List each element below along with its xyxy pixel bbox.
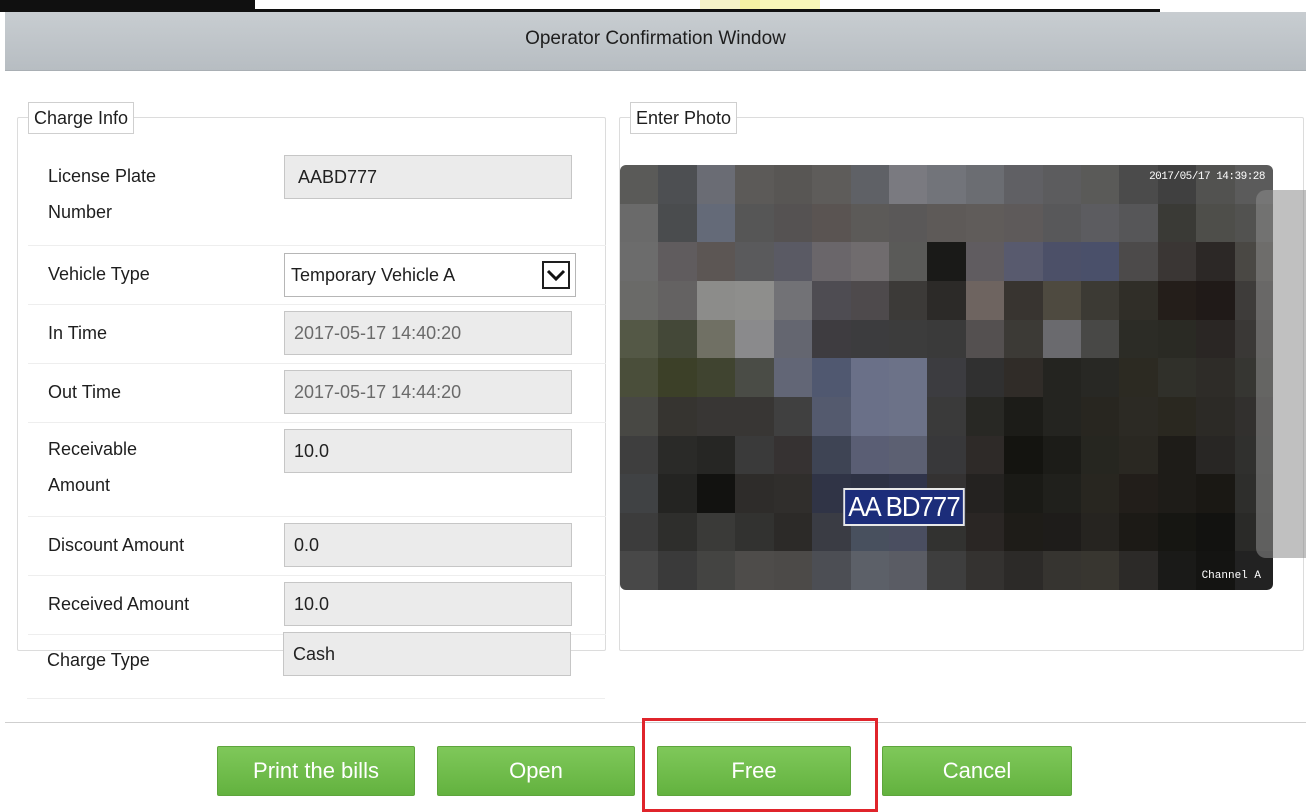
open-button[interactable]: Open	[437, 746, 635, 796]
vehicle-type-select[interactable]: Temporary Vehicle A	[284, 253, 576, 297]
license-plate-label-line1: License Plate	[48, 166, 157, 186]
dialog-titlebar[interactable]: Operator Confirmation Window	[5, 12, 1306, 71]
charge-type-field[interactable]: Cash	[283, 632, 571, 676]
license-plate-label-line2: Number	[48, 202, 113, 222]
row-in-time: In Time 2017-05-17 14:40:20	[28, 305, 606, 364]
in-time-field[interactable]: 2017-05-17 14:40:20	[284, 311, 572, 355]
row-discount-amount: Discount Amount 0.0	[28, 517, 606, 576]
chevron-down-icon[interactable]	[542, 261, 570, 289]
print-bills-button[interactable]: Print the bills	[217, 746, 415, 796]
receivable-amount-field[interactable]: 10.0	[284, 429, 572, 473]
vehicle-type-selected-value: Temporary Vehicle A	[291, 265, 456, 285]
photo-channel-label: Channel A	[1201, 570, 1261, 582]
receivable-amount-label-line1: Receivable	[48, 439, 138, 459]
received-amount-label: Received Amount	[48, 594, 190, 614]
background-app-bar	[0, 0, 1160, 12]
row-out-time: Out Time 2017-05-17 14:44:20	[28, 364, 606, 423]
row-charge-type: Charge Type Cash	[27, 632, 605, 699]
charge-info-legend: Charge Info	[28, 102, 135, 134]
in-time-label: In Time	[48, 323, 108, 343]
photo-edge-shadow	[1256, 190, 1306, 558]
charge-type-label: Charge Type	[47, 650, 150, 670]
out-time-label: Out Time	[48, 382, 122, 402]
background-app-strip	[0, 0, 1306, 12]
dialog-title: Operator Confirmation Window	[525, 28, 786, 49]
row-vehicle-type: Vehicle Type Temporary Vehicle A	[28, 246, 606, 305]
out-time-field[interactable]: 2017-05-17 14:44:20	[284, 370, 572, 414]
discount-amount-field[interactable]: 0.0	[284, 523, 572, 567]
vehicle-type-label: Vehicle Type	[48, 264, 150, 284]
entry-vehicle-photo: AA BD777 2017/05/17 14:39:28 Channel A	[620, 165, 1273, 590]
plate-overlay-label: AA BD777	[843, 488, 965, 526]
photo-timestamp: 2017/05/17 14:39:28	[1149, 171, 1265, 183]
charge-info-group: Charge Info License Plate Number AABD777…	[17, 102, 606, 651]
discount-amount-label: Discount Amount	[48, 535, 185, 555]
receivable-amount-label-line2: Amount	[48, 475, 111, 495]
license-plate-field[interactable]: AABD777	[284, 155, 572, 199]
enter-photo-legend: Enter Photo	[630, 102, 738, 134]
cancel-button[interactable]: Cancel	[882, 746, 1072, 796]
row-received-amount: Received Amount 10.0	[28, 576, 606, 635]
row-license-plate: License Plate Number AABD777	[28, 152, 606, 246]
received-amount-field[interactable]: 10.0	[284, 582, 572, 626]
free-button-highlight	[642, 718, 878, 812]
pixelated-vehicle-image	[620, 165, 1273, 590]
row-receivable-amount: Receivable Amount 10.0	[28, 423, 606, 517]
